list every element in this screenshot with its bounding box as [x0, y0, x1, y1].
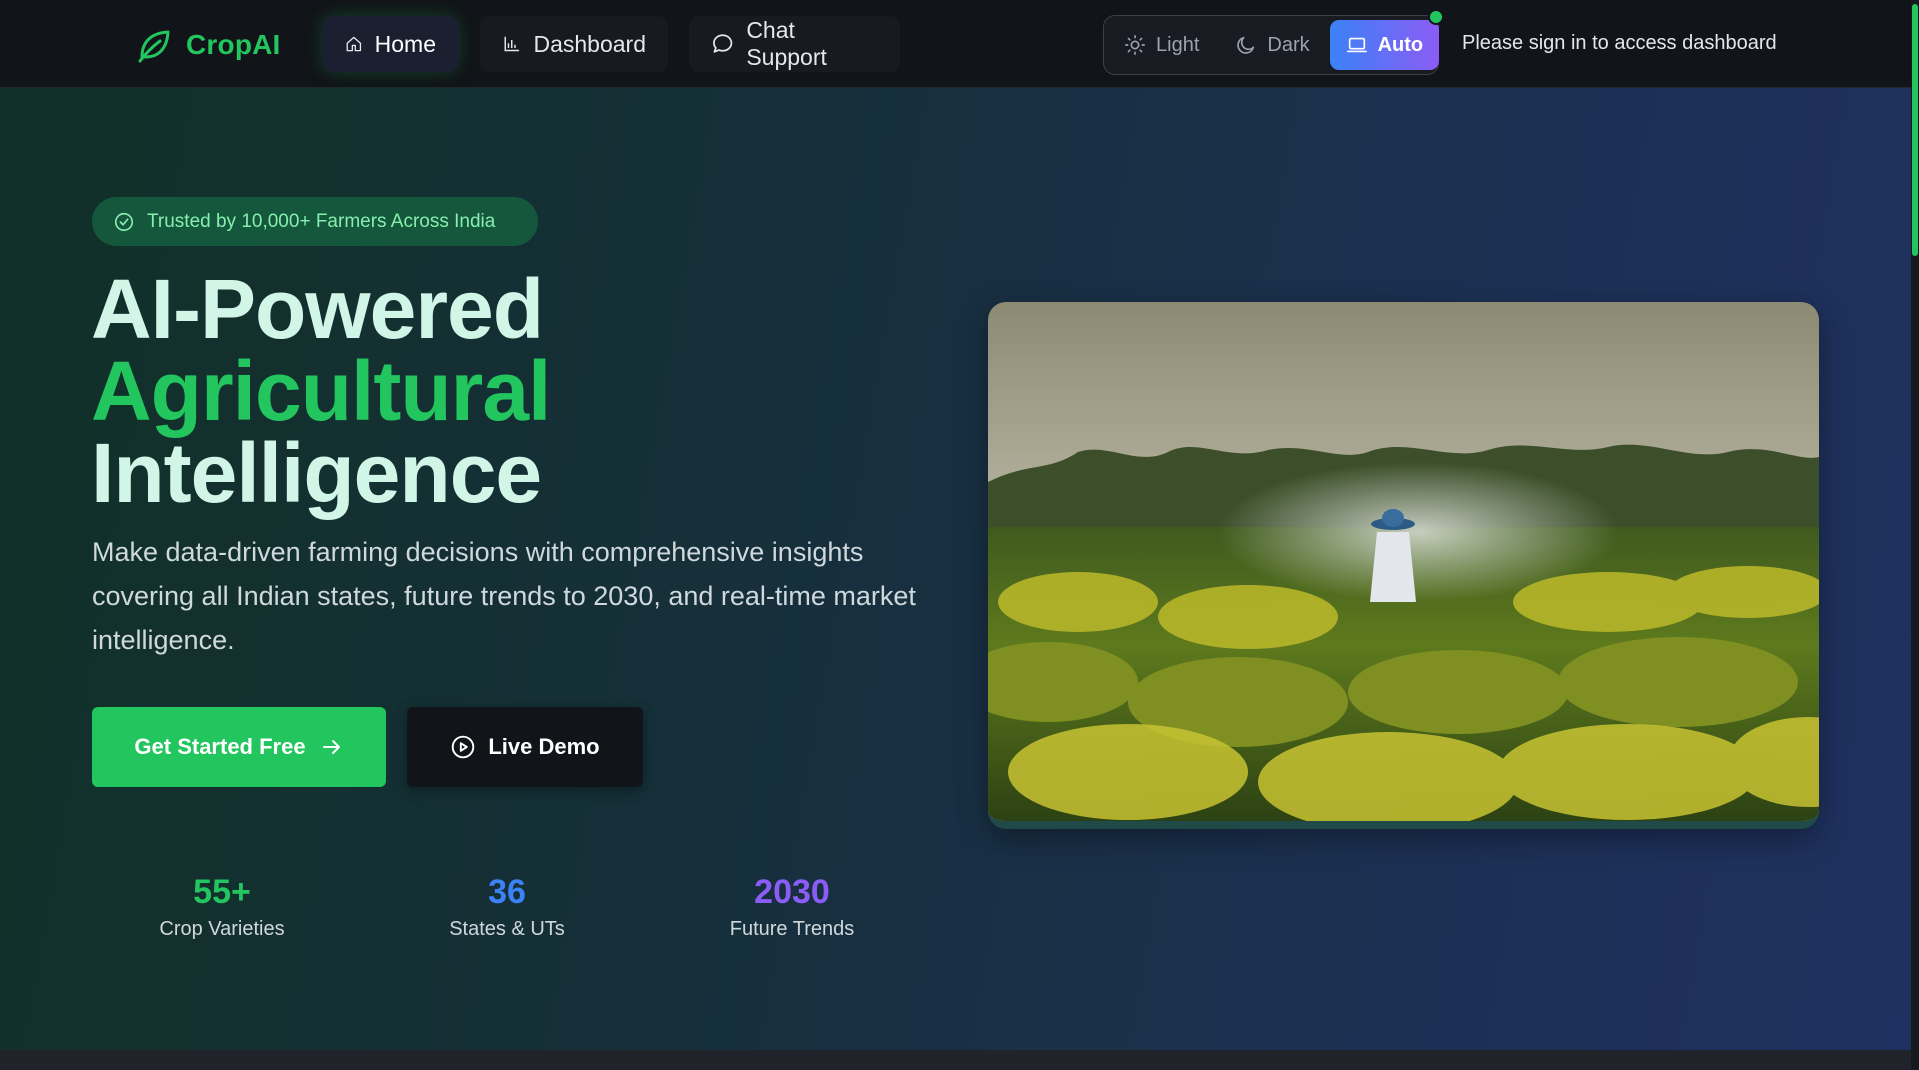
- theme-switcher: Light Dark Auto: [1103, 15, 1440, 75]
- live-demo-label: Live Demo: [488, 734, 600, 759]
- check-circle-icon: [114, 212, 134, 231]
- stat-future-trends: 2030 Future Trends: [682, 873, 902, 941]
- field-image: [988, 302, 1819, 829]
- chat-bubble-icon: [713, 34, 733, 53]
- theme-light-button[interactable]: Light: [1108, 20, 1215, 70]
- arrow-right-icon: [322, 740, 340, 754]
- trust-badge-text: Trusted by 10,000+ Farmers Across India: [147, 210, 496, 232]
- moon-icon: [1237, 36, 1255, 54]
- online-status-dot: [1428, 9, 1444, 25]
- stat-states: 36 States & UTs: [397, 873, 617, 941]
- stat-value: 55+: [193, 873, 251, 911]
- stat-label: States & UTs: [449, 918, 565, 940]
- theme-light-label: Light: [1156, 33, 1200, 56]
- play-circle-icon: [452, 735, 475, 759]
- stat-crop-varieties: 55+ Crop Varieties: [112, 873, 332, 941]
- brand-logo[interactable]: CropAI: [134, 24, 281, 66]
- nav-chat-label: Chat Support: [746, 17, 827, 70]
- trust-badge: Trusted by 10,000+ Farmers Across India: [92, 197, 538, 246]
- scrollbar-thumb[interactable]: [1912, 4, 1918, 256]
- nav-dashboard[interactable]: Dashboard: [480, 16, 668, 72]
- headline-line-2: Agricultural: [91, 344, 551, 438]
- hero-subtext: Make data-driven farming decisions with …: [92, 537, 916, 655]
- headline-line-1: AI-Powered: [91, 262, 544, 356]
- app-frame: CropAI Home Dashboard Chat Support Light…: [0, 0, 1919, 1070]
- home-icon: [346, 36, 362, 52]
- hero-section: Trusted by 10,000+ Farmers Across India …: [0, 88, 1911, 1050]
- brand-name: CropAI: [186, 29, 281, 60]
- nav-chat-support[interactable]: Chat Support: [689, 16, 900, 72]
- theme-dark-button[interactable]: Dark: [1219, 20, 1325, 70]
- get-started-button[interactable]: Get Started Free: [92, 707, 386, 787]
- nav-home-label: Home: [374, 30, 436, 57]
- stat-label: Crop Varieties: [159, 918, 285, 940]
- laptop-icon: [1346, 37, 1367, 53]
- bar-chart-icon: [504, 36, 520, 52]
- headline-line-3: Intelligence: [91, 426, 542, 520]
- theme-auto-label: Auto: [1377, 33, 1424, 56]
- live-demo-button[interactable]: Live Demo: [407, 707, 643, 787]
- field-illustration: [988, 302, 1819, 821]
- stat-value: 2030: [754, 873, 830, 911]
- hero-headline: AI-Powered Agricultural Intelligence: [91, 262, 551, 520]
- leaf-icon: [138, 30, 170, 63]
- navbar: CropAI Home Dashboard Chat Support Light…: [0, 0, 1913, 88]
- signin-note: Please sign in to access dashboard: [1462, 32, 1777, 54]
- theme-dark-label: Dark: [1267, 33, 1310, 56]
- stat-label: Future Trends: [729, 918, 855, 940]
- stat-value: 36: [488, 873, 526, 911]
- theme-auto-button[interactable]: Auto: [1329, 20, 1440, 70]
- sun-icon: [1125, 35, 1145, 55]
- nav-dashboard-label: Dashboard: [533, 30, 646, 57]
- nav-home[interactable]: Home: [323, 16, 458, 72]
- get-started-label: Get Started Free: [134, 734, 306, 759]
